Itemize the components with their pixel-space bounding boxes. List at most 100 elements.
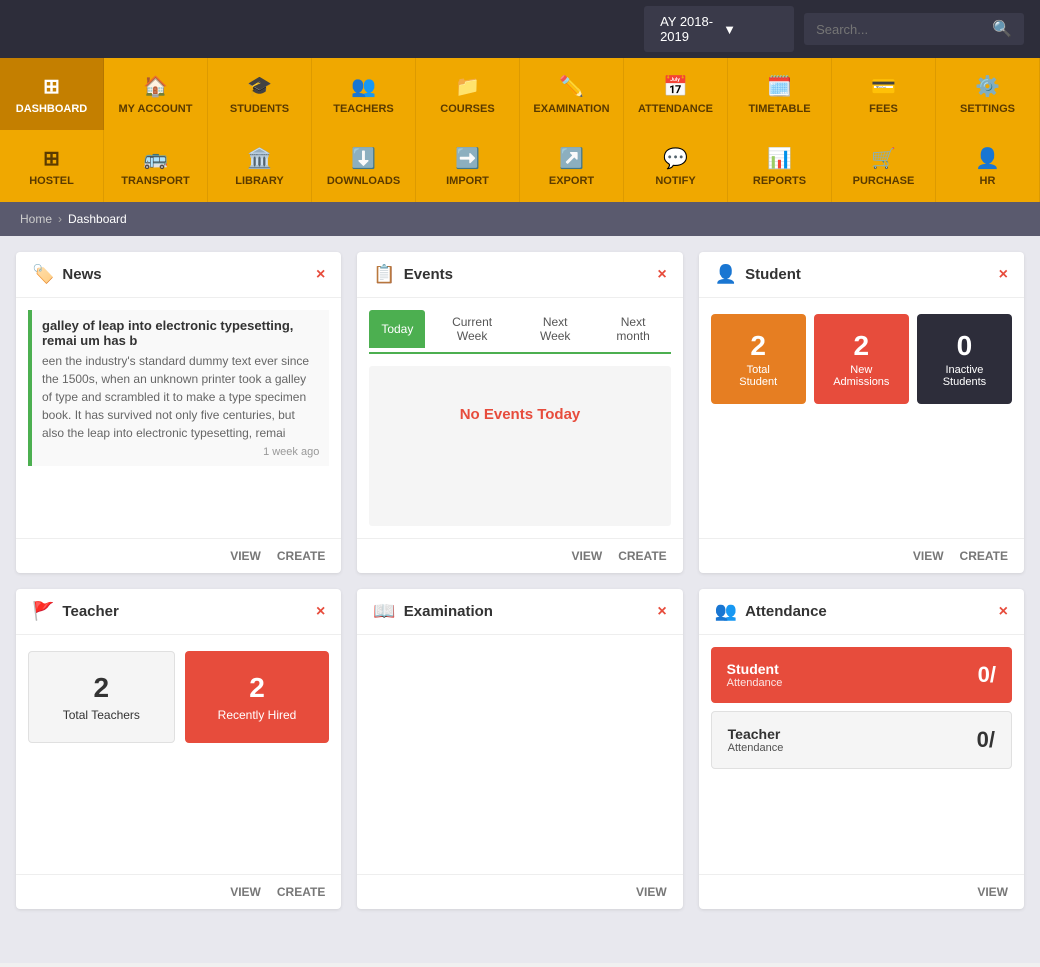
new-admissions-num: 2: [854, 330, 870, 362]
news-item: galley of leap into electronic typesetti…: [28, 310, 329, 466]
news-card-footer: VIEW CREATE: [16, 538, 341, 573]
attendance-icon: 📅: [663, 74, 688, 99]
student-att-info: Student Attendance: [727, 661, 783, 689]
nav-item-teachers[interactable]: 👥TEACHERS: [312, 58, 416, 130]
fees-icon: 💳: [871, 74, 896, 99]
events-card-footer: VIEW CREATE: [357, 538, 682, 573]
nav-item-fees[interactable]: 💳FEES: [832, 58, 936, 130]
news-item-body: een the industry's standard dummy text e…: [42, 352, 319, 442]
nav-item-my-account[interactable]: 🏠MY ACCOUNT: [104, 58, 208, 130]
teacher-close-button[interactable]: ×: [316, 603, 325, 621]
attendance-card-body: Student Attendance 0/ Teacher Attendance…: [699, 635, 1024, 874]
teacher-card-title: 🚩 Teacher: [32, 601, 119, 622]
year-selector[interactable]: AY 2018-2019 ▼: [644, 6, 794, 52]
examination-close-button[interactable]: ×: [657, 603, 666, 621]
events-tab-next-month[interactable]: Next month: [596, 310, 671, 348]
news-view-link[interactable]: VIEW: [230, 549, 261, 563]
events-tabs: TodayCurrent WeekNext WeekNext month: [369, 310, 670, 354]
events-card-header: 📋 Events ×: [357, 252, 682, 298]
nav-item-library[interactable]: 🏛️LIBRARY: [208, 130, 312, 202]
teacher-card-footer: VIEW CREATE: [16, 874, 341, 909]
nav-item-students[interactable]: 🎓STUDENTS: [208, 58, 312, 130]
nav-item-attendance[interactable]: 📅ATTENDANCE: [624, 58, 728, 130]
dashboard-icon: ⊞: [43, 74, 60, 99]
attendance-card-header: 👥 Attendance ×: [699, 589, 1024, 635]
examination-view-link[interactable]: VIEW: [636, 885, 667, 899]
transport-icon: 🚌: [143, 146, 168, 171]
attendance-close-button[interactable]: ×: [999, 603, 1008, 621]
news-card-body: galley of leap into electronic typesetti…: [16, 298, 341, 538]
notify-icon: 💬: [663, 146, 688, 171]
nav-item-export[interactable]: ↗️EXPORT: [520, 130, 624, 202]
breadcrumb-home[interactable]: Home: [20, 212, 52, 226]
news-close-button[interactable]: ×: [316, 266, 325, 284]
student-close-button[interactable]: ×: [999, 266, 1008, 284]
teacher-attendance-row: Teacher Attendance 0/: [711, 711, 1012, 769]
attendance-card-footer: VIEW: [699, 874, 1024, 909]
top-bar: AY 2018-2019 ▼ 🔍: [0, 0, 1040, 58]
nav-item-import[interactable]: ➡️IMPORT: [416, 130, 520, 202]
nav-item-examination[interactable]: ✏️EXAMINATION: [520, 58, 624, 130]
hr-icon: 👤: [975, 146, 1000, 171]
student-view-link[interactable]: VIEW: [913, 549, 944, 563]
news-card-title: 🏷️ News: [32, 264, 102, 285]
total-teachers-stat: 2 Total Teachers: [28, 651, 175, 743]
nav-item-timetable[interactable]: 🗓️TIMETABLE: [728, 58, 832, 130]
inactive-students-stat: 0 InactiveStudents: [917, 314, 1012, 404]
student-card-title: 👤 Student: [715, 264, 801, 285]
attendance-icon: 👥: [715, 601, 737, 622]
student-attendance-row: Student Attendance 0/: [711, 647, 1012, 703]
nav-item-purchase[interactable]: 🛒PURCHASE: [832, 130, 936, 202]
student-att-sub: Attendance: [727, 677, 783, 689]
events-tab-next-week[interactable]: Next Week: [519, 310, 592, 348]
teacher-att-title: Teacher: [728, 726, 784, 742]
nav-item-settings[interactable]: ⚙️SETTINGS: [936, 58, 1040, 130]
nav-item-transport[interactable]: 🚌TRANSPORT: [104, 130, 208, 202]
inactive-students-label: InactiveStudents: [943, 364, 986, 388]
teacher-card-header: 🚩 Teacher ×: [16, 589, 341, 635]
new-admissions-stat: 2 NewAdmissions: [814, 314, 909, 404]
teacher-att-info: Teacher Attendance: [728, 726, 784, 754]
attendance-view-link[interactable]: VIEW: [977, 885, 1008, 899]
my-account-icon: 🏠: [143, 74, 168, 99]
hostel-icon: ⊞: [43, 146, 60, 171]
total-teachers-num: 2: [94, 672, 110, 704]
events-create-link[interactable]: CREATE: [618, 549, 666, 563]
teacher-icon: 🚩: [32, 601, 54, 622]
events-close-button[interactable]: ×: [657, 266, 666, 284]
recently-hired-label: Recently Hired: [218, 708, 297, 722]
events-tab-today[interactable]: Today: [369, 310, 425, 348]
student-create-link[interactable]: CREATE: [960, 549, 1008, 563]
events-area: No Events Today: [369, 366, 670, 526]
breadcrumb-current: Dashboard: [68, 212, 127, 226]
nav-item-hr[interactable]: 👤HR: [936, 130, 1040, 202]
news-card-header: 🏷️ News ×: [16, 252, 341, 298]
settings-icon: ⚙️: [975, 74, 1000, 99]
nav-item-hostel[interactable]: ⊞HOSTEL: [0, 130, 104, 202]
search-button[interactable]: 🔍: [992, 19, 1012, 39]
nav-item-notify[interactable]: 💬NOTIFY: [624, 130, 728, 202]
events-icon: 📋: [373, 264, 395, 285]
nav-row-1: ⊞DASHBOARD🏠MY ACCOUNT🎓STUDENTS👥TEACHERS📁…: [0, 58, 1040, 130]
news-create-link[interactable]: CREATE: [277, 549, 325, 563]
events-tab-current-week[interactable]: Current Week: [429, 310, 514, 348]
examination-card: 📖 Examination × VIEW: [357, 589, 682, 909]
teacher-create-link[interactable]: CREATE: [277, 885, 325, 899]
teacher-card-body: 2 Total Teachers 2 Recently Hired: [16, 635, 341, 874]
reports-icon: 📊: [767, 146, 792, 171]
nav-item-downloads[interactable]: ⬇️DOWNLOADS: [312, 130, 416, 202]
news-icon: 🏷️: [32, 264, 54, 285]
nav-item-dashboard[interactable]: ⊞DASHBOARD: [0, 58, 104, 130]
events-view-link[interactable]: VIEW: [572, 549, 603, 563]
nav-item-reports[interactable]: 📊REPORTS: [728, 130, 832, 202]
total-student-num: 2: [750, 330, 766, 362]
nav-item-courses[interactable]: 📁COURSES: [416, 58, 520, 130]
total-teachers-label: Total Teachers: [63, 708, 140, 722]
search-input[interactable]: [816, 22, 992, 37]
teacher-att-sub: Attendance: [728, 742, 784, 754]
events-card-body: TodayCurrent WeekNext WeekNext month No …: [357, 298, 682, 538]
recently-hired-stat: 2 Recently Hired: [185, 651, 330, 743]
teacher-view-link[interactable]: VIEW: [230, 885, 261, 899]
nav-row-2: ⊞HOSTEL🚌TRANSPORT🏛️LIBRARY⬇️DOWNLOADS➡️I…: [0, 130, 1040, 202]
purchase-icon: 🛒: [871, 146, 896, 171]
